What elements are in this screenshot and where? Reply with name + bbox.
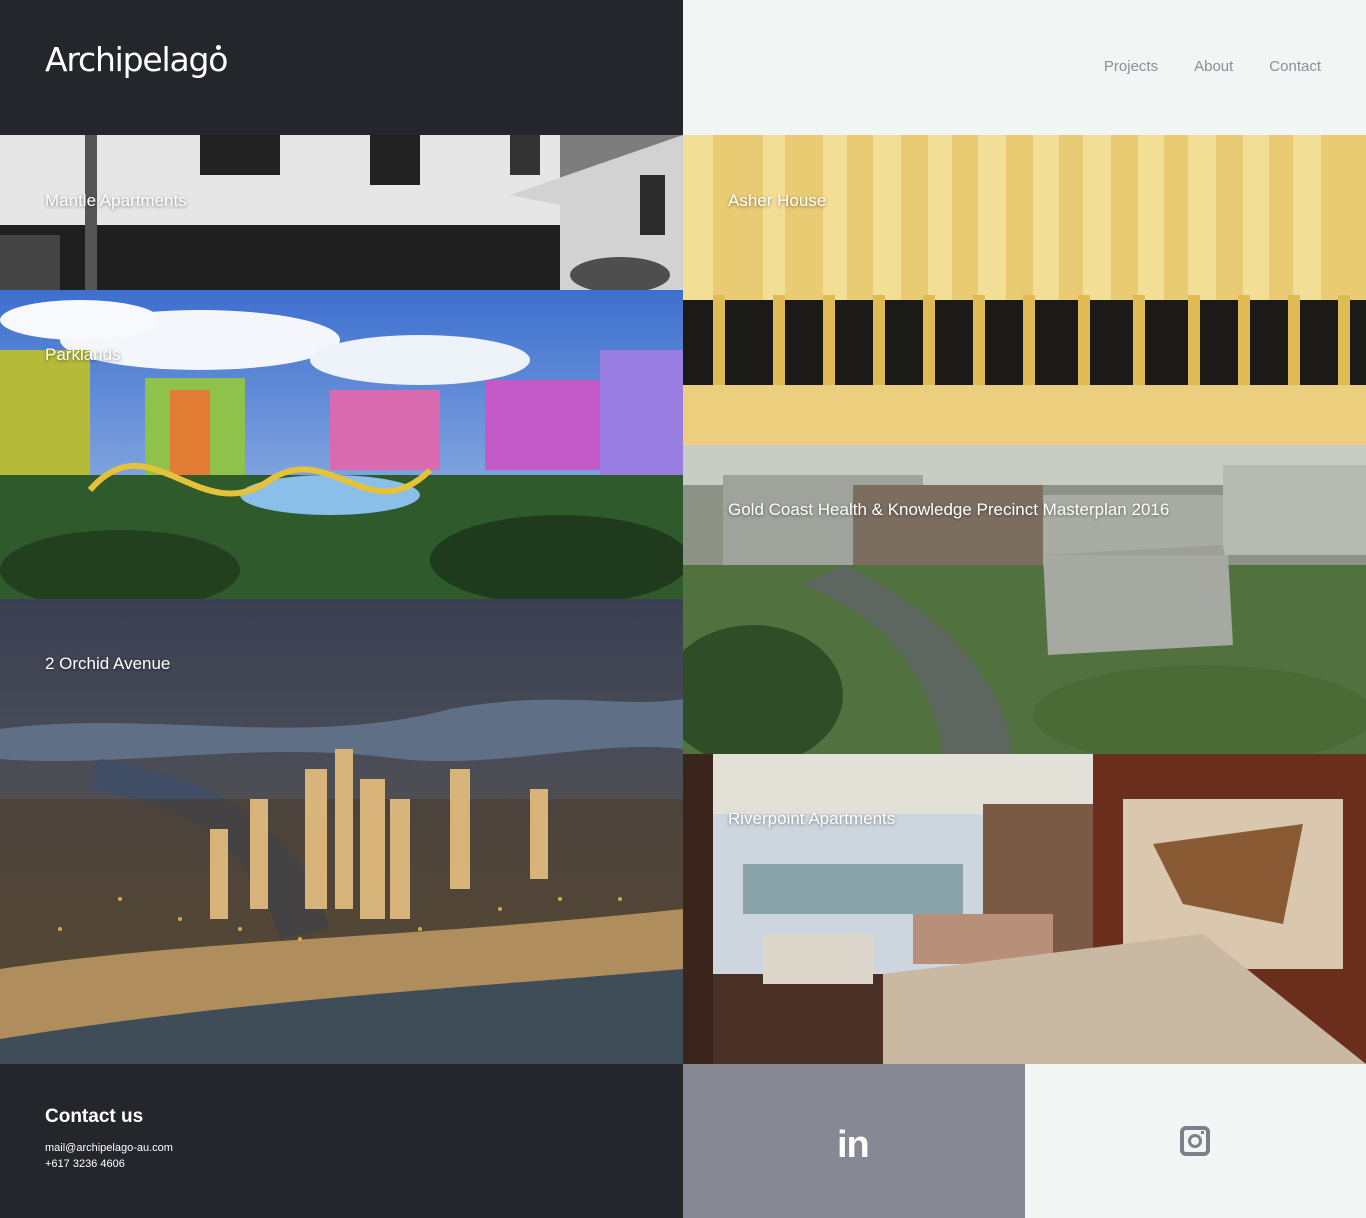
project-tile-riverpoint-apartments[interactable]: Riverpoint Apartments: [683, 754, 1366, 1064]
project-tile-mantle-apartments[interactable]: Mantle Apartments: [0, 135, 683, 290]
project-tile-parklands[interactable]: Parklands: [0, 290, 683, 599]
header-nav-panel: Projects About Contact: [683, 0, 1366, 135]
instagram-button[interactable]: [1025, 1064, 1366, 1218]
contact-heading: Contact us: [45, 1106, 144, 1127]
gold-coast-health-image: [683, 445, 1366, 754]
mantle-apartments-image: [0, 135, 683, 290]
linkedin-icon: in: [837, 1124, 870, 1166]
riverpoint-apartments-image: [683, 754, 1366, 1064]
nav-about[interactable]: About: [1194, 58, 1233, 75]
project-title: Mantle Apartments: [45, 191, 187, 210]
contact-email-link[interactable]: mail@archipelago-au.com: [45, 1142, 173, 1154]
project-title: Gold Coast Health & Knowledge Precinct M…: [728, 500, 1170, 519]
project-tile-asher-house[interactable]: Asher House: [683, 135, 1366, 445]
project-title: Asher House: [728, 191, 827, 210]
instagram-icon: [1180, 1126, 1210, 1156]
project-title: Riverpoint Apartments: [728, 809, 896, 828]
contact-panel: Contact us mail@archipelago-au.com +617 …: [0, 1064, 683, 1218]
project-tile-2-orchid-avenue[interactable]: 2 Orchid Avenue: [0, 599, 683, 1064]
contact-phone-link[interactable]: +617 3236 4606: [45, 1158, 125, 1170]
header-brand-panel: Archipelago: [0, 0, 683, 135]
project-tile-gold-coast-health[interactable]: Gold Coast Health & Knowledge Precinct M…: [683, 445, 1366, 754]
logo-dot: [216, 45, 221, 50]
parklands-image: [0, 290, 683, 599]
asher-house-image: [683, 135, 1366, 445]
main-nav: Projects About Contact: [1104, 58, 1321, 75]
archipelago-logo[interactable]: Archipelago: [45, 38, 228, 82]
linkedin-button[interactable]: in: [683, 1064, 1025, 1218]
nav-contact[interactable]: Contact: [1269, 58, 1321, 75]
project-title: 2 Orchid Avenue: [45, 654, 171, 673]
nav-projects[interactable]: Projects: [1104, 58, 1158, 75]
project-title: Parklands: [45, 345, 121, 364]
